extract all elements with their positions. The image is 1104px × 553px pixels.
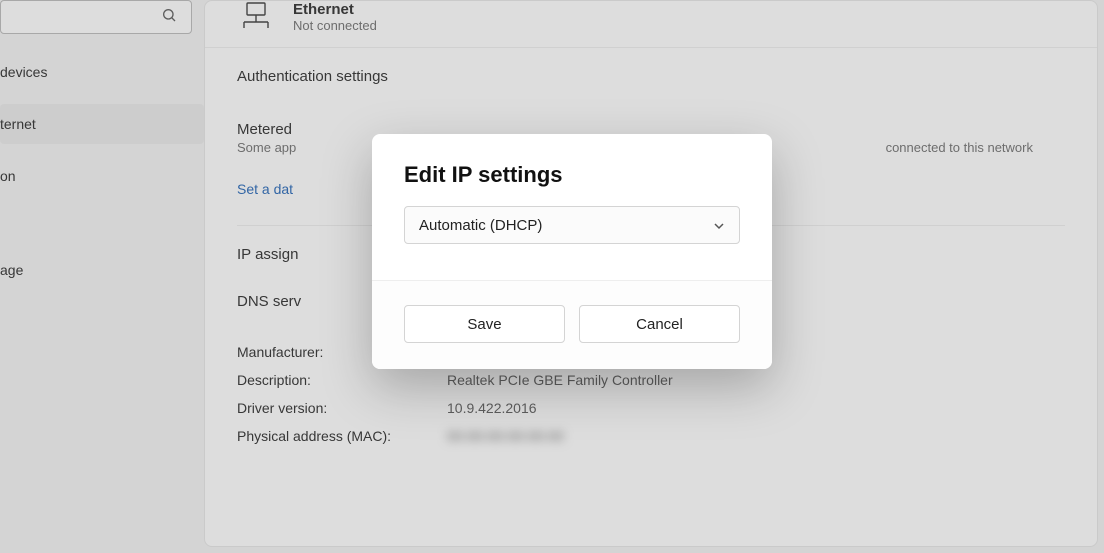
- modal-title: Edit IP settings: [404, 162, 740, 188]
- save-button[interactable]: Save: [404, 305, 565, 343]
- button-label: Save: [467, 316, 501, 333]
- ip-mode-select[interactable]: Automatic (DHCP): [404, 206, 740, 244]
- modal-body: Edit IP settings Automatic (DHCP): [372, 134, 772, 280]
- chevron-down-icon: [713, 219, 725, 231]
- edit-ip-modal: Edit IP settings Automatic (DHCP) Save C…: [372, 134, 772, 369]
- cancel-button[interactable]: Cancel: [579, 305, 740, 343]
- button-label: Cancel: [636, 316, 683, 333]
- modal-footer: Save Cancel: [372, 280, 772, 369]
- select-value: Automatic (DHCP): [419, 217, 542, 234]
